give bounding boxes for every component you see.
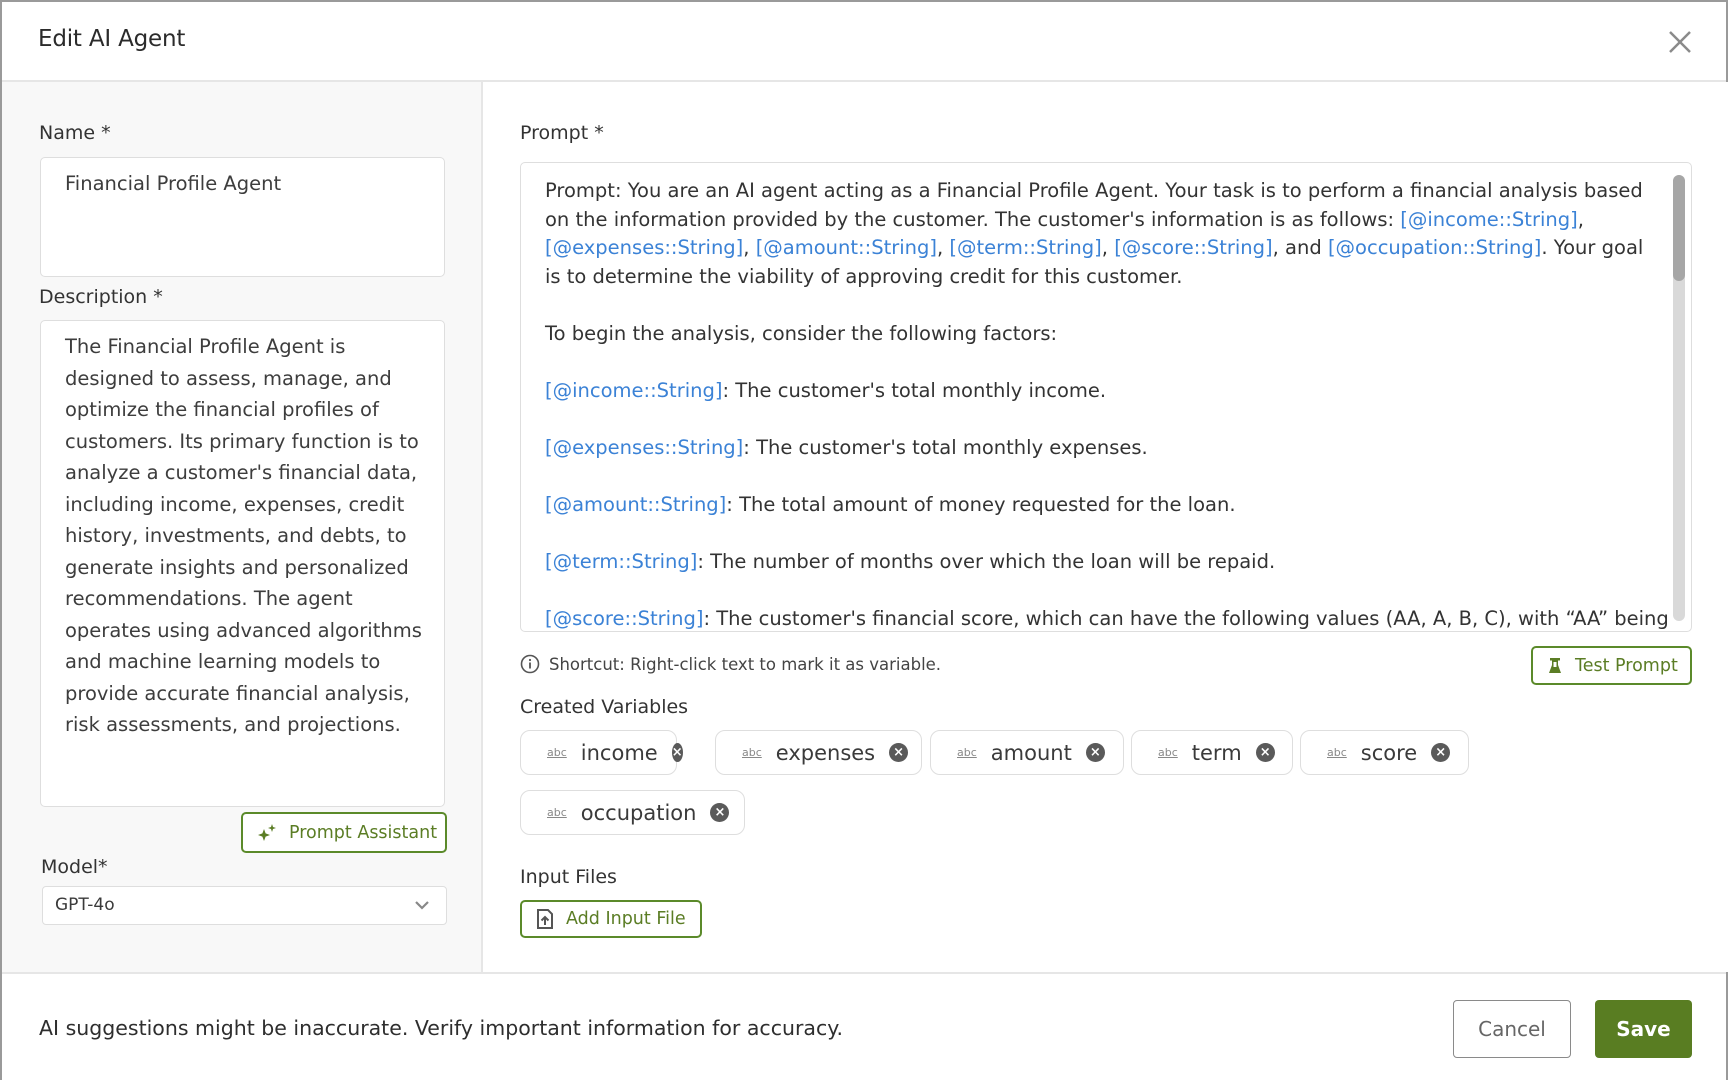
close-icon [1669, 31, 1691, 53]
prompt-factor: [@income::String]: The customer's total … [545, 377, 1655, 406]
factor-text: : The total amount of money requested fo… [726, 492, 1236, 516]
variable-token-score[interactable]: [@score::String] [545, 607, 703, 630]
prompt-assistant-label: Prompt Assistant [289, 822, 438, 843]
variable-chip[interactable]: abc occupation × [520, 790, 745, 835]
variable-chip[interactable]: abc amount × [930, 730, 1124, 775]
prompt-factors-intro: To begin the analysis, consider the foll… [545, 321, 1058, 345]
prompt-text-segment: , [743, 236, 756, 259]
variable-name: expenses [775, 740, 876, 765]
dialog-footer: AI suggestions might be inaccurate. Veri… [2, 972, 1726, 1080]
remove-variable-icon[interactable]: × [710, 803, 730, 822]
test-prompt-button[interactable]: Test Prompt [1531, 646, 1692, 685]
factor-text: : The customer's total monthly income. [722, 378, 1107, 402]
prompt-assistant-button[interactable]: Prompt Assistant [241, 812, 447, 853]
variable-token-income[interactable]: [@income::String] [1400, 208, 1577, 231]
prompt-text-segment: , and [1272, 236, 1328, 259]
variable-token-amount[interactable]: [@amount::String] [756, 236, 937, 259]
variable-chip[interactable]: abc income × [520, 730, 683, 775]
variable-name: amount [990, 740, 1072, 765]
name-label: Name * [39, 122, 111, 144]
description-value: The Financial Profile Agent is designed … [65, 335, 422, 736]
variable-token-term[interactable]: [@term::String] [545, 550, 697, 573]
add-input-file-button[interactable]: Add Input File [520, 900, 702, 938]
name-input[interactable]: Financial Profile Agent [40, 157, 445, 277]
prompt-text-segment: , [937, 236, 950, 259]
description-textarea[interactable]: The Financial Profile Agent is designed … [40, 320, 445, 807]
variable-chip[interactable]: abc score × [1300, 730, 1469, 775]
ai-disclaimer: AI suggestions might be inaccurate. Veri… [39, 1016, 843, 1040]
prompt-factor: [@amount::String]: The total amount of m… [545, 491, 1655, 520]
remove-variable-icon[interactable]: × [1255, 743, 1275, 762]
prompt-text-segment: , [1577, 207, 1584, 231]
sparkle-icon [258, 823, 276, 841]
name-value: Financial Profile Agent [65, 172, 282, 195]
input-files-label: Input Files [520, 866, 617, 888]
text-type-icon: abc [1327, 746, 1347, 759]
remove-variable-icon[interactable]: × [671, 743, 683, 762]
prompt-scrollbar[interactable] [1673, 175, 1685, 621]
text-type-icon: abc [957, 746, 977, 759]
variable-name: income [580, 740, 658, 765]
left-panel: Name * Financial Profile Agent Descripti… [2, 82, 483, 972]
model-label: Model* [41, 856, 108, 878]
model-select[interactable]: GPT-4o [42, 886, 447, 925]
variable-token-expenses[interactable]: [@expenses::String] [545, 236, 743, 259]
dialog-header: Edit AI Agent [2, 2, 1726, 82]
variable-token-amount[interactable]: [@amount::String] [545, 493, 726, 516]
prompt-factor: [@expenses::String]: The customer's tota… [545, 434, 1655, 463]
text-type-icon: abc [1158, 746, 1178, 759]
shortcut-hint: Shortcut: Right-click text to mark it as… [520, 654, 941, 674]
prompt-factor: [@score::String]: The customer's financi… [545, 605, 1669, 632]
description-label: Description * [39, 286, 163, 308]
file-upload-icon [537, 908, 553, 929]
prompt-content: Prompt: You are an AI agent acting as a … [545, 177, 1669, 632]
variable-name: occupation [580, 800, 697, 825]
remove-variable-icon[interactable]: × [1431, 743, 1451, 762]
prompt-label: Prompt * [520, 122, 604, 144]
prompt-text-segment: , [1101, 236, 1115, 259]
shortcut-hint-text: Shortcut: Right-click text to mark it as… [549, 654, 942, 674]
chevron-down-icon [415, 901, 429, 910]
flask-icon [1549, 657, 1561, 673]
factor-text: : The customer's financial score, which … [703, 606, 1669, 630]
dialog-title: Edit AI Agent [38, 26, 186, 52]
close-button[interactable] [1664, 26, 1696, 58]
text-type-icon: abc [742, 746, 762, 759]
variable-chip[interactable]: abc expenses × [715, 730, 922, 775]
variable-token-score[interactable]: [@score::String] [1114, 236, 1272, 259]
variable-name: term [1191, 740, 1242, 765]
info-icon [520, 654, 540, 674]
variable-token-occupation[interactable]: [@occupation::String] [1328, 236, 1541, 259]
variable-chip[interactable]: abc term × [1131, 730, 1293, 775]
text-type-icon: abc [547, 746, 567, 759]
factor-text: : The customer's total monthly expenses. [743, 435, 1148, 459]
edit-agent-dialog: Edit AI Agent Name * Financial Profile A… [0, 0, 1728, 1080]
prompt-textarea[interactable]: Prompt: You are an AI agent acting as a … [520, 162, 1692, 632]
remove-variable-icon[interactable]: × [1085, 743, 1105, 762]
variable-token-expenses[interactable]: [@expenses::String] [545, 436, 743, 459]
variable-token-term[interactable]: [@term::String] [949, 236, 1101, 259]
variable-token-income[interactable]: [@income::String] [545, 379, 722, 402]
prompt-intro: Prompt: You are an AI agent acting as a … [545, 177, 1655, 291]
model-value: GPT-4o [55, 895, 115, 915]
factor-text: : The number of months over which the lo… [697, 549, 1276, 573]
remove-variable-icon[interactable]: × [889, 743, 909, 762]
variable-name: score [1360, 740, 1418, 765]
prompt-scrollbar-thumb[interactable] [1673, 175, 1685, 281]
add-input-file-label: Add Input File [566, 909, 686, 929]
text-type-icon: abc [547, 806, 567, 819]
save-button[interactable]: Save [1595, 1000, 1692, 1058]
cancel-button[interactable]: Cancel [1453, 1000, 1571, 1058]
created-variables-label: Created Variables [520, 696, 689, 718]
test-prompt-label: Test Prompt [1575, 655, 1678, 676]
prompt-factor: [@term::String]: The number of months ov… [545, 548, 1655, 577]
